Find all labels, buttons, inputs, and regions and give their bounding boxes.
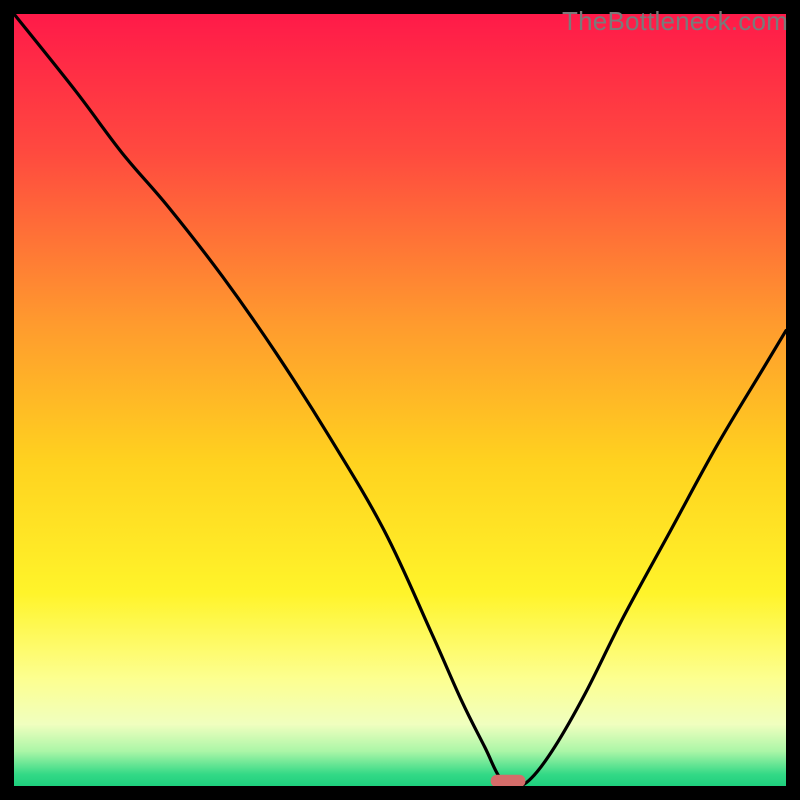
gradient-background	[14, 14, 786, 786]
plot-area	[14, 14, 786, 786]
chart-frame: TheBottleneck.com	[0, 0, 800, 800]
optimal-marker	[491, 775, 526, 786]
plot-svg	[14, 14, 786, 786]
watermark-text: TheBottleneck.com	[562, 6, 788, 37]
